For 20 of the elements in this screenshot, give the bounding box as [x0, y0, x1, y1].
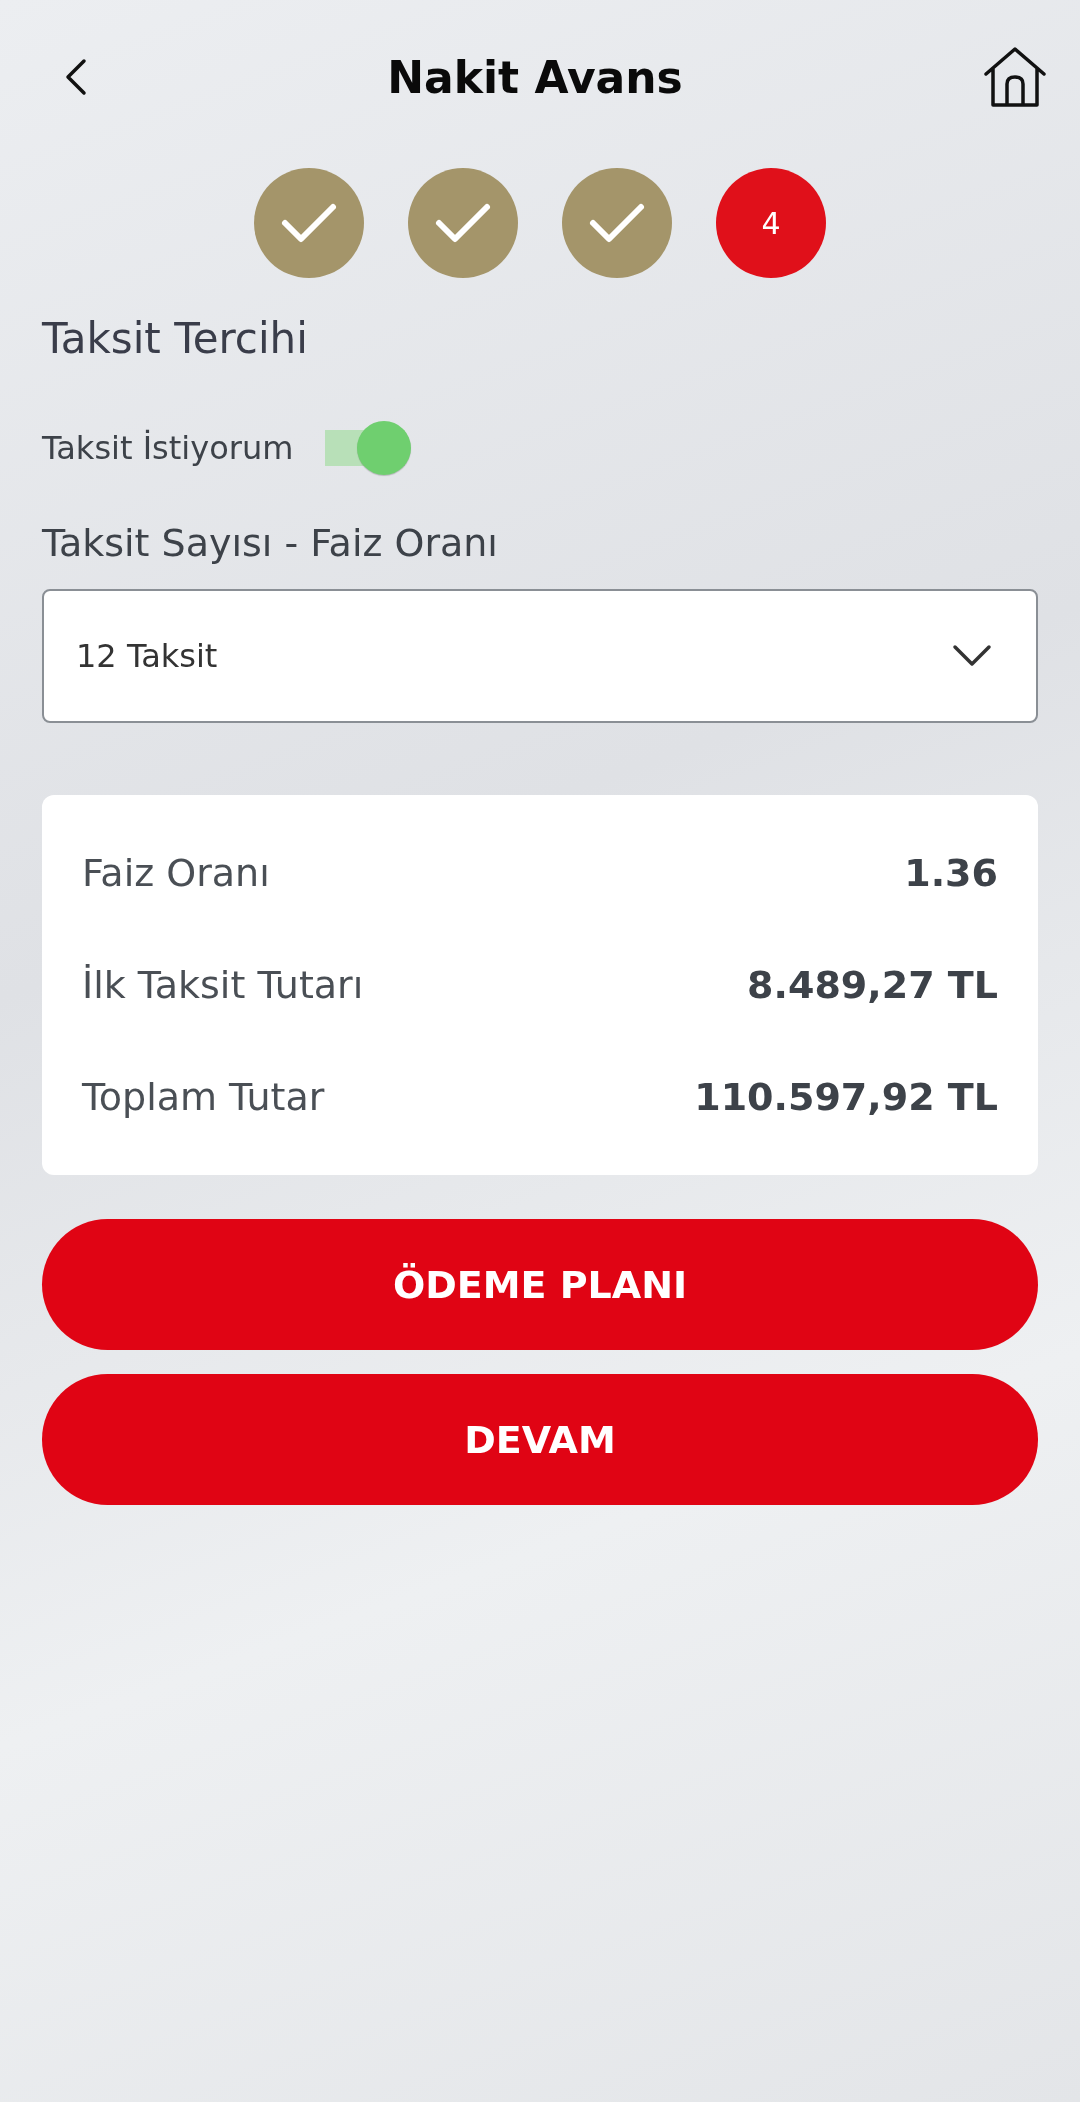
section-title: Taksit Tercihi	[42, 314, 309, 363]
installment-dropdown[interactable]: 12 Taksit	[42, 589, 1038, 723]
select-label: Taksit Sayısı - Faiz Oranı	[42, 521, 499, 565]
check-icon	[433, 201, 493, 245]
action-button[interactable]: DEVAM	[42, 1374, 1038, 1505]
chevron-down-icon	[952, 644, 992, 668]
summary-value: 1.36	[904, 851, 998, 895]
summary-value: 110.597,92 TL	[694, 1075, 998, 1119]
summary-value: 8.489,27 TL	[747, 963, 998, 1007]
action-button[interactable]: ÖDEME PLANI	[42, 1219, 1038, 1350]
check-icon	[279, 201, 339, 245]
page-title: Nakit Avans	[387, 51, 683, 103]
summary-label: Faiz Oranı	[82, 851, 270, 895]
toggle-label: Taksit İstiyorum	[42, 429, 294, 467]
step-number: 4	[761, 205, 781, 241]
summary-label: Toplam Tutar	[82, 1075, 325, 1119]
check-icon	[587, 201, 647, 245]
back-icon[interactable]	[64, 57, 88, 97]
summary-label: İlk Taksit Tutarı	[82, 963, 364, 1007]
home-icon[interactable]	[982, 44, 1048, 110]
